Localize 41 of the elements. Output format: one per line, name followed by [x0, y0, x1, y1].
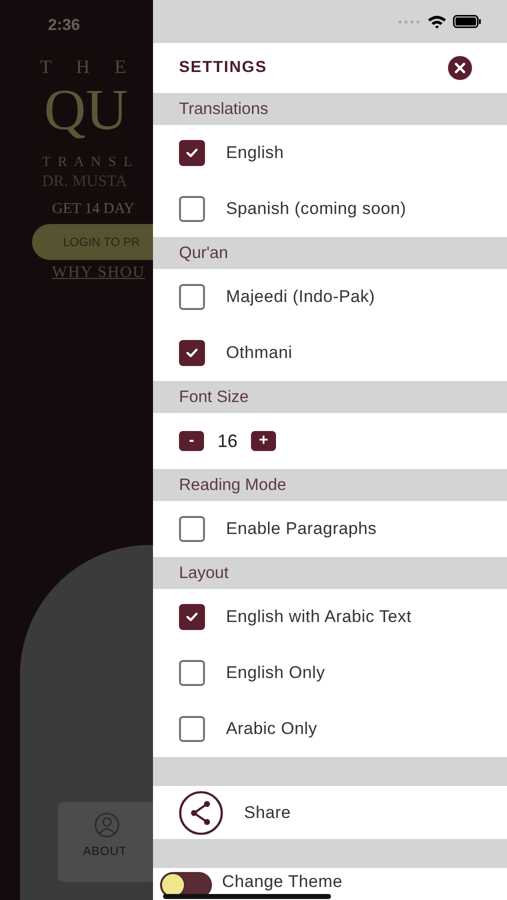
checkbox[interactable]	[179, 140, 205, 166]
offer-text: GET 14 DAY	[52, 201, 135, 218]
user-icon	[94, 812, 120, 838]
checkbox[interactable]	[179, 340, 205, 366]
checkbox[interactable]	[179, 716, 205, 742]
increase-button[interactable]: +	[251, 431, 276, 451]
check-icon	[186, 612, 198, 622]
wifi-icon	[427, 14, 447, 29]
checkbox[interactable]	[179, 284, 205, 310]
check-icon	[186, 148, 198, 158]
option-label: English with Arabic Text	[226, 607, 412, 627]
option-label: Spanish (coming soon)	[226, 199, 406, 219]
option-label: Othmani	[226, 343, 292, 363]
option-label: English	[226, 143, 284, 163]
app-title-large: QU	[44, 79, 128, 141]
option-label: English Only	[226, 663, 326, 683]
checkbox[interactable]	[179, 196, 205, 222]
cell-signal-icon	[397, 18, 421, 24]
check-icon	[186, 348, 198, 358]
section-header: Qur'an	[153, 237, 507, 269]
close-icon[interactable]	[448, 56, 472, 80]
decrease-button[interactable]: -	[179, 431, 204, 451]
toggle-label: Change Theme	[222, 872, 342, 892]
checkbox[interactable]	[179, 660, 205, 686]
app-title-small: T H E	[40, 57, 136, 79]
option-label: Enable Paragraphs	[226, 519, 377, 539]
battery-icon	[453, 15, 481, 28]
settings-title: SETTINGS	[179, 59, 268, 77]
section-header: Reading Mode	[153, 469, 507, 501]
section-header: Translations	[153, 93, 507, 125]
checkbox[interactable]	[179, 516, 205, 542]
option-label: Arabic Only	[226, 719, 318, 739]
checkbox[interactable]	[179, 604, 205, 630]
status-time: 2:36	[48, 17, 80, 35]
share-label[interactable]: Share	[244, 802, 291, 822]
share-icon[interactable]	[179, 790, 223, 834]
section-header: Font Size	[153, 381, 507, 413]
section-header: Layout	[153, 557, 507, 589]
font-size-value: 16	[216, 430, 239, 452]
option-label: Majeedi (Indo-Pak)	[226, 287, 376, 307]
subtitle-text: T R A N S L	[42, 155, 134, 171]
